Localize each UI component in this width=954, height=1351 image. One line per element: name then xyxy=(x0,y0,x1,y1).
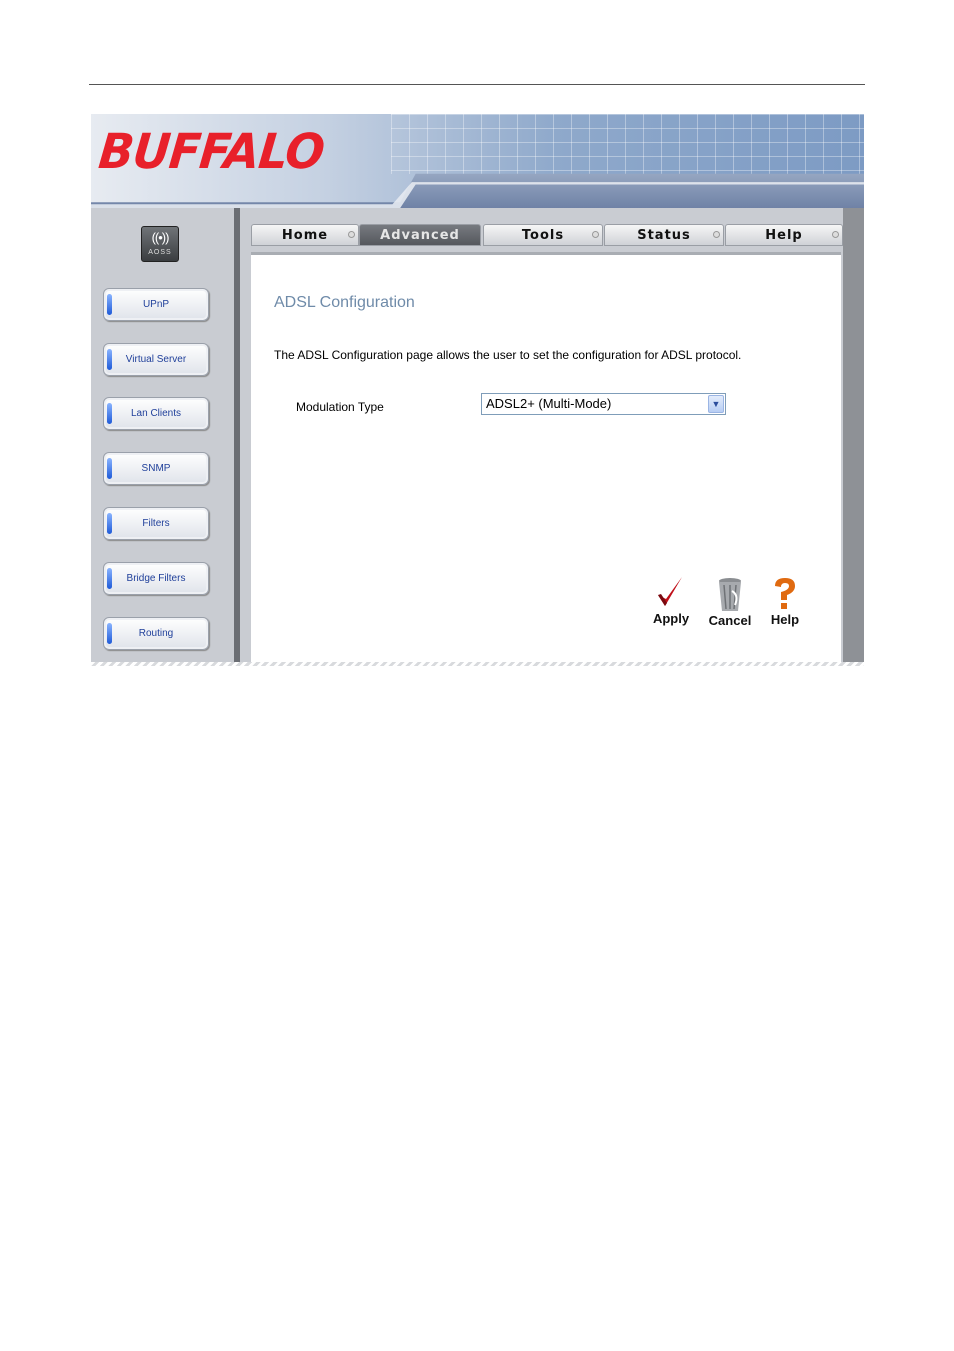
apply-label: Apply xyxy=(652,611,690,626)
tab-status[interactable]: Status xyxy=(604,224,724,246)
header-banner: BUFFALO xyxy=(91,114,864,208)
help-label: Help xyxy=(770,612,800,627)
tab-dot-icon xyxy=(592,231,599,238)
aoss-button[interactable]: ((•)) AOSS xyxy=(141,226,179,262)
right-edge-bar xyxy=(843,208,864,666)
buffalo-logo: BUFFALO xyxy=(96,122,327,180)
sidebar-item-snmp[interactable]: SNMP xyxy=(103,452,209,485)
top-nav-tabs: Home Advanced Tools Status Help xyxy=(251,224,843,246)
sidebar-item-bridge-filters[interactable]: Bridge Filters xyxy=(103,562,209,595)
page-top-rule xyxy=(89,84,865,85)
sidebar-item-virtual-server[interactable]: Virtual Server xyxy=(103,343,209,376)
router-admin-screenshot: BUFFALO ((•)) AOSS UPnP Virtual Server L… xyxy=(91,114,864,666)
aoss-label: AOSS xyxy=(148,249,172,256)
tab-label: Home xyxy=(281,228,329,243)
tab-tools[interactable]: Tools xyxy=(483,224,603,246)
chevron-down-icon[interactable]: ▼ xyxy=(708,395,724,413)
torn-edge xyxy=(91,662,864,666)
trash-can-icon xyxy=(719,578,741,611)
main-panel: ADSL Configuration The ADSL Configuratio… xyxy=(251,252,841,666)
help-button[interactable]: Help xyxy=(763,576,807,627)
cancel-label: Cancel xyxy=(708,613,752,628)
checkmark-icon xyxy=(658,577,682,606)
sidebar xyxy=(91,208,237,666)
apply-button[interactable]: Apply xyxy=(646,575,696,626)
page-title: ADSL Configuration xyxy=(274,294,415,311)
sidebar-item-filters[interactable]: Filters xyxy=(103,507,209,540)
question-mark-icon xyxy=(775,578,795,609)
tab-label: Advanced xyxy=(380,228,460,243)
sidebar-item-lan-clients[interactable]: Lan Clients xyxy=(103,397,209,430)
cancel-button[interactable]: Cancel xyxy=(705,577,755,628)
tab-dot-icon xyxy=(713,231,720,238)
modulation-type-label: Modulation Type xyxy=(296,400,384,414)
sidebar-item-upnp[interactable]: UPnP xyxy=(103,288,209,321)
modulation-type-value: ADSL2+ (Multi-Mode) xyxy=(486,396,612,411)
modulation-type-select[interactable]: ADSL2+ (Multi-Mode) ▼ xyxy=(481,393,726,415)
page-description: The ADSL Configuration page allows the u… xyxy=(274,348,742,362)
aoss-wave-icon: ((•)) xyxy=(151,230,170,245)
tab-advanced[interactable]: Advanced xyxy=(359,224,481,246)
sidebar-item-routing[interactable]: Routing xyxy=(103,617,209,650)
banner-grid-pattern xyxy=(391,114,864,174)
tab-help[interactable]: Help xyxy=(725,224,843,246)
tab-dot-icon xyxy=(832,231,839,238)
tab-label: Tools xyxy=(521,228,565,243)
tab-label: Help xyxy=(765,228,803,243)
tab-label: Status xyxy=(637,228,691,243)
tab-home[interactable]: Home xyxy=(251,224,359,246)
tab-dot-icon xyxy=(348,231,355,238)
